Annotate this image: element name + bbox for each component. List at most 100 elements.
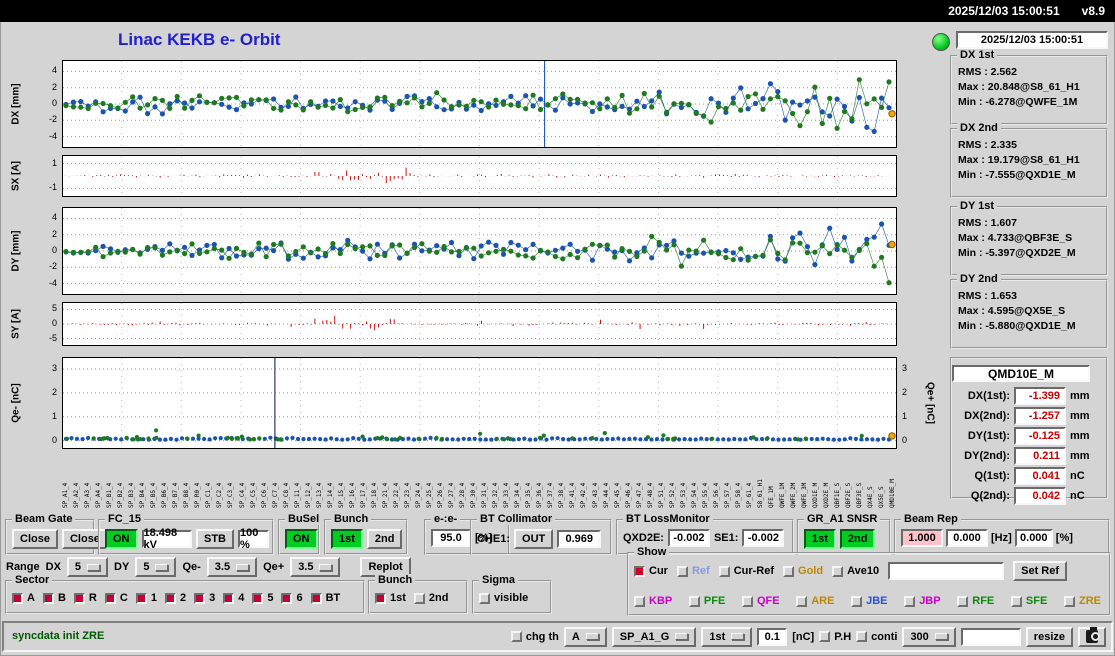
checkbox-indicator [741, 595, 753, 607]
beam-rep-hz-unit: [Hz] [991, 532, 1012, 544]
monitor-panel-qmd10e: QMD10E_M DX(1st): -1.399 mm DX(2nd): -1.257 m… [950, 357, 1108, 505]
show-checkbox-jbe[interactable]: JBE [851, 595, 888, 607]
option-menu-glyph [155, 563, 169, 571]
sigma-group: Sigma visible [472, 574, 552, 614]
x-tick-label: SP_47_4 [635, 482, 643, 508]
range-dy-select[interactable]: 5 [135, 557, 177, 577]
chart-q: Qe- [nC] 3 2 1 0 Qe+ [nC] 3 2 1 0 [0, 357, 945, 449]
y-tick-label: -5 [48, 332, 57, 343]
checkbox-indicator [510, 631, 522, 642]
fc15-on-button[interactable]: ON [105, 529, 138, 549]
range-dx-select[interactable]: 5 [66, 557, 109, 577]
sector-checkbox-6[interactable]: 6 [281, 592, 303, 604]
checkbox-indicator [819, 631, 831, 642]
snsr-1st-button[interactable]: 1st [804, 529, 836, 549]
set-ref-button[interactable]: Set Ref [1013, 561, 1068, 581]
sector-checkbox-c[interactable]: C [104, 592, 128, 604]
y-tick-label: 0 [51, 318, 57, 328]
y-tick-label: 4 [51, 65, 57, 76]
y-tick-label: 2 [51, 228, 57, 239]
y-tick-label: 0 [51, 245, 57, 255]
show-checkbox-jbp[interactable]: JBP [904, 595, 941, 607]
checkbox-indicator [856, 631, 868, 642]
points-select[interactable]: 300 [902, 626, 956, 647]
monitor-row-label: Q(1st): [974, 470, 1010, 482]
snapshot-button[interactable] [1078, 626, 1106, 647]
sector-checkbox-1[interactable]: 1 [135, 592, 157, 604]
show-checkbox-gold[interactable]: Gold [783, 565, 823, 577]
show-checkbox-are[interactable]: ARE [796, 595, 834, 607]
stat-title: DY 2nd [957, 273, 1001, 285]
fc15-stb-button[interactable]: STB [196, 529, 234, 549]
x-tick-label: SP_21_4 [381, 482, 389, 508]
x-tick-label: SP_55_4 [701, 482, 709, 508]
monitor-row-value: -1.399 [1014, 387, 1066, 405]
sector-checkbox-b[interactable]: B [42, 592, 66, 604]
show-checkbox-cur-ref[interactable]: Cur-Ref [718, 565, 774, 577]
show-checkbox-zre[interactable]: ZRE [1063, 595, 1101, 607]
sector-checkbox-2[interactable]: 2 [164, 592, 186, 604]
threshold-field[interactable]: 0.1 [757, 627, 788, 646]
sector-checkbox-r[interactable]: R [73, 592, 97, 604]
ref-name-input[interactable] [888, 562, 1005, 580]
checkbox-indicator [634, 565, 645, 577]
range-qe-minus-select[interactable]: 3.5 [206, 557, 258, 577]
camera-icon [1086, 627, 1100, 643]
x-tick-label: SP_25_4 [426, 482, 434, 508]
checkbox-label: ARE [811, 595, 835, 607]
show-checkbox-rfe[interactable]: RFE [957, 595, 994, 607]
snsr-2nd-button[interactable]: 2nd [839, 529, 876, 549]
chart-sx: SX [A] 1 -1 [0, 155, 945, 197]
sector-checkbox-5[interactable]: 5 [252, 592, 273, 604]
che1-out-button[interactable]: OUT [514, 529, 554, 549]
y-tick-label: 3 [51, 362, 57, 373]
beam-rep-value3: 0.000 [1014, 529, 1053, 547]
y-tick-label: 3 [902, 362, 908, 373]
x-tick-label: QBF1E_S [834, 482, 842, 508]
chart-dy: DY [mm] 4 2 0 -2 -4 [0, 207, 945, 295]
beam-gate-close-button-1[interactable]: Close [12, 529, 58, 549]
show-row2-checkboxes: KBP PFE QFE ARE JBE JBP RFE SFE ZRE [634, 595, 1101, 607]
x-tick-label: SP_B3_4 [128, 482, 136, 508]
bunch-2nd-button[interactable]: 2nd [366, 529, 403, 549]
sector-checkbox-bt[interactable]: BT [310, 592, 340, 604]
show-checkbox-ref[interactable]: Ref [676, 565, 710, 577]
show-checkbox-qfe[interactable]: QFE [741, 595, 780, 607]
checkbox-indicator [796, 595, 808, 607]
bunch-1st-button[interactable]: 1st [331, 529, 363, 549]
y-tick-label: 5 [51, 303, 57, 314]
show-checkbox-pfe[interactable]: PFE [688, 595, 725, 607]
show-checkbox-kbp[interactable]: KBP [634, 595, 672, 607]
sector-select[interactable]: A [563, 626, 607, 647]
status-blank-input[interactable] [960, 627, 1021, 646]
bunch-select[interactable]: 1st [701, 626, 753, 647]
busel-on-button[interactable]: ON [285, 529, 318, 549]
sigma-checkbox-visible[interactable]: visible [479, 592, 528, 604]
x-tick-label: SP_57_4 [723, 482, 731, 508]
bunch-group: Bunch 1st 2nd [324, 513, 408, 555]
bunch-checkbox-1st[interactable]: 1st [375, 592, 406, 604]
checkbox-label: 1 [150, 592, 157, 604]
ee-ratio-field[interactable]: 95.0 [431, 529, 471, 547]
chg-th-checkbox[interactable]: chg th [510, 631, 559, 643]
sector-checkbox-4[interactable]: 4 [223, 592, 244, 604]
x-tick-label: SP_C6_4 [260, 482, 268, 508]
x-tick-label: QBF2E_S [845, 482, 853, 508]
y-tick-label: -1 [48, 182, 57, 193]
range-qe-plus-select[interactable]: 3.5 [290, 557, 341, 577]
show-checkbox-ave10[interactable]: Ave10 [832, 565, 879, 577]
option-menu-glyph [236, 563, 250, 571]
sector-checkbox-a[interactable]: A [12, 592, 35, 604]
checkbox-indicator [281, 592, 293, 604]
bunch-checkbox-2nd[interactable]: 2nd [413, 592, 448, 604]
show-checkbox-cur[interactable]: Cur [634, 565, 668, 577]
stat-min: Min : -6.278@QWFE_1M [958, 96, 1078, 108]
stat-min: Min : -5.880@QXD1E_M [958, 320, 1076, 332]
show-checkbox-sfe[interactable]: SFE [1010, 595, 1047, 607]
ph-checkbox[interactable]: P.H [819, 631, 851, 643]
monitor-select[interactable]: SP_A1_G [611, 626, 697, 647]
conti-checkbox[interactable]: conti [856, 631, 897, 643]
group-label: Bunch [375, 574, 416, 586]
resize-button[interactable]: resize [1025, 626, 1073, 647]
sector-checkbox-3[interactable]: 3 [194, 592, 215, 604]
